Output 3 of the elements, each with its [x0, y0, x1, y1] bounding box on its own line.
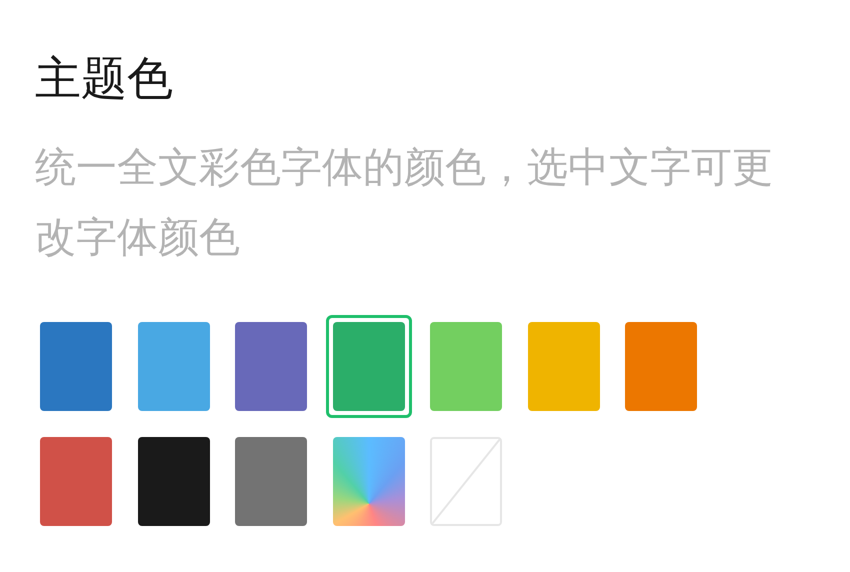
section-title: 主题色: [35, 50, 173, 106]
description-text: 统一全文彩色字体的颜色，选中文字可更改字体颜色: [35, 142, 774, 263]
color-swatch[interactable]: [326, 315, 412, 418]
